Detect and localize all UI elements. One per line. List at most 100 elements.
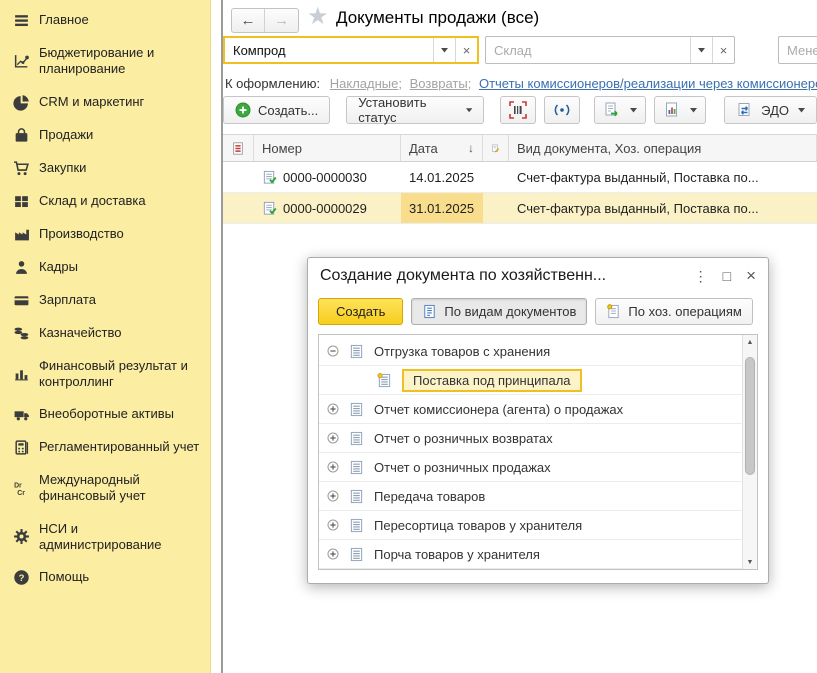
create-based-on-button[interactable] xyxy=(594,96,646,124)
sidebar-item-label: Главное xyxy=(39,12,89,28)
scroll-up-icon[interactable]: ▲ xyxy=(743,335,757,349)
create-button[interactable]: Создать... xyxy=(223,96,330,124)
sidebar-item-payroll[interactable]: Зарплата xyxy=(0,284,210,317)
forward-button[interactable]: → xyxy=(265,9,298,32)
counterparty-clear-button[interactable]: × xyxy=(455,38,477,62)
tree-expander-plus-icon[interactable] xyxy=(327,519,340,531)
link-returns[interactable]: Возвраты xyxy=(410,76,468,91)
tree-row[interactable]: Отгрузка товаров с хранения xyxy=(319,337,742,366)
dialog-maximize-icon[interactable]: □ xyxy=(723,268,731,284)
tree-row[interactable]: Пересортица товаров у хранителя xyxy=(319,511,742,540)
drcr-icon: DrCr xyxy=(13,480,39,497)
tree-expander-minus-icon[interactable] xyxy=(327,345,340,357)
tree-row[interactable]: Отчет о розничных продажах xyxy=(319,453,742,482)
document-posted-icon xyxy=(262,201,277,216)
sidebar-item-hr[interactable]: Кадры xyxy=(0,251,210,284)
set-status-button[interactable]: Установить статус xyxy=(346,96,484,124)
sidebar-item-label: Продажи xyxy=(39,127,93,143)
sidebar-item-label: Закупки xyxy=(39,160,86,176)
doctype-column-header[interactable]: Вид документа, Хоз. операция xyxy=(509,135,817,161)
document-lines-icon xyxy=(349,402,365,417)
reports-button[interactable] xyxy=(654,96,706,124)
tree-expander-plus-icon[interactable] xyxy=(327,432,340,444)
sidebar-item-budgeting[interactable]: Бюджетирование и планирование xyxy=(0,37,210,86)
sidebar-item-label: Внеоборотные активы xyxy=(39,406,174,422)
manager-filter-input[interactable]: Менеджер xyxy=(778,36,817,64)
counterparty-filter-input[interactable]: Компрод × xyxy=(223,36,479,64)
chevron-down-icon xyxy=(690,108,697,113)
tree-expander-plus-icon[interactable] xyxy=(327,490,340,502)
scroll-down-icon[interactable]: ▼ xyxy=(743,555,757,569)
rfid-button[interactable] xyxy=(544,96,580,124)
sidebar-item-sales[interactable]: Продажи xyxy=(0,119,210,152)
number-column-header[interactable]: Номер xyxy=(254,135,401,161)
tree-row[interactable]: Отчет о розничных возвратах xyxy=(319,424,742,453)
table-row[interactable]: 0000-0000030 14.01.2025 Счет-фактура выд… xyxy=(223,162,817,193)
warehouse-filter-input[interactable]: Склад × xyxy=(485,36,735,64)
tree-expander-plus-icon[interactable] xyxy=(327,461,340,473)
posted-column-header[interactable] xyxy=(223,135,254,161)
rfid-signal-icon xyxy=(553,101,571,119)
tree-item-label: Отчет комиссионера (агента) о продажах xyxy=(374,402,623,417)
dialog-titlebar[interactable]: Создание документа по хозяйственн... ⋮ □… xyxy=(308,258,768,294)
favorite-star-icon[interactable]: ★ xyxy=(307,2,329,31)
document-lines-icon xyxy=(349,518,365,533)
document-posted-icon xyxy=(262,170,277,185)
sidebar-item-nsi[interactable]: НСИ и администрирование xyxy=(0,513,210,562)
warehouse-dropdown-button[interactable] xyxy=(690,37,712,63)
sidebar-item-intl[interactable]: DrCr Международный финансовый учет xyxy=(0,464,210,513)
tree-row[interactable]: Передача товаров xyxy=(319,482,742,511)
by-operations-button[interactable]: По хоз. операциям xyxy=(595,298,752,325)
counterparty-dropdown-button[interactable] xyxy=(433,38,455,62)
link-invoices[interactable]: Накладные xyxy=(330,76,399,91)
sidebar-item-production[interactable]: Производство xyxy=(0,218,210,251)
gear-icon xyxy=(13,528,39,545)
tree-row[interactable]: Порча товаров у хранителя xyxy=(319,540,742,569)
tree-item-label: Пересортица товаров у хранителя xyxy=(374,518,582,533)
tree-expander-plus-icon[interactable] xyxy=(327,403,340,415)
create-document-dialog: Создание документа по хозяйственн... ⋮ □… xyxy=(307,257,769,584)
sidebar-item-label: Производство xyxy=(39,226,124,242)
tree-item-label: Поставка под принципала xyxy=(402,369,582,392)
tree-item-label: Отчет о розничных продажах xyxy=(374,460,551,475)
sidebar-item-warehouse[interactable]: Склад и доставка xyxy=(0,185,210,218)
sidebar-item-help[interactable]: ? Помощь xyxy=(0,561,210,594)
scroll-thumb[interactable] xyxy=(745,357,755,475)
sidebar-item-finresult[interactable]: Финансовый результат и контроллинг xyxy=(0,350,210,399)
warehouse-clear-button[interactable]: × xyxy=(712,37,734,63)
barcode-scan-button[interactable] xyxy=(500,96,536,124)
pie-chart-icon xyxy=(13,94,39,111)
sidebar-item-purchases[interactable]: Закупки xyxy=(0,152,210,185)
tree-scrollbar[interactable]: ▲ ▼ xyxy=(742,335,757,569)
list-toolbar: Создать... Установить статус ЭДО xyxy=(223,96,817,124)
table-header-row: Номер Дата ↓ Вид документа, Хоз. операци… xyxy=(223,134,817,162)
table-row[interactable]: 0000-0000029 31.01.2025 Счет-фактура выд… xyxy=(223,193,817,224)
dialog-create-button[interactable]: Создать xyxy=(318,298,403,325)
by-doc-types-button[interactable]: По видам документов xyxy=(411,298,587,325)
sidebar-item-label: Регламентированный учет xyxy=(39,439,199,455)
tree-row[interactable]: Поставка под принципала xyxy=(319,366,742,395)
dialog-menu-icon[interactable]: ⋮ xyxy=(694,268,708,285)
sidebar-item-crm[interactable]: CRM и маркетинг xyxy=(0,86,210,119)
date-column-header[interactable]: Дата ↓ xyxy=(401,135,483,161)
documents-table: Номер Дата ↓ Вид документа, Хоз. операци… xyxy=(223,134,817,224)
sidebar-item-assets[interactable]: Внеоборотные активы xyxy=(0,398,210,431)
row-edit-cell xyxy=(483,162,509,192)
tree-expander-plus-icon[interactable] xyxy=(327,548,340,560)
edit-column-header[interactable] xyxy=(483,135,509,161)
sidebar-item-regulated[interactable]: Регламентированный учет xyxy=(0,431,210,464)
sidebar-item-treasury[interactable]: Казначейство xyxy=(0,317,210,350)
tree-row[interactable]: Отчет комиссионера (агента) о продажах xyxy=(319,395,742,424)
calculator-icon xyxy=(13,439,39,456)
edo-button[interactable]: ЭДО xyxy=(724,96,817,124)
document-new-icon xyxy=(377,373,393,388)
svg-text:Dr: Dr xyxy=(14,482,22,489)
sidebar-item-main[interactable]: Главное xyxy=(0,4,210,37)
document-operation-icon xyxy=(606,304,621,319)
back-button[interactable]: ← xyxy=(232,9,265,32)
dialog-close-icon[interactable]: × xyxy=(746,266,756,286)
sidebar-item-label: Зарплата xyxy=(39,292,96,308)
link-commission-reports[interactable]: Отчеты комиссионеров/реализации через ко… xyxy=(479,76,817,91)
document-lines-icon xyxy=(349,547,365,562)
tree-item-label: Порча товаров у хранителя xyxy=(374,547,540,562)
